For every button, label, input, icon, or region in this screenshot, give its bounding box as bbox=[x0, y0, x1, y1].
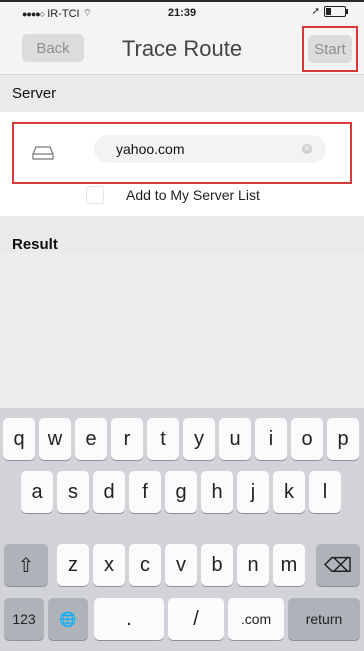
add-to-list-row[interactable]: Add to My Server List bbox=[86, 186, 260, 204]
keyboard: ⇧ ⌫ 123 🌐 . / .com return qwertyuiop asdf… bbox=[0, 408, 364, 651]
key-j[interactable]: j bbox=[237, 471, 269, 513]
key-d[interactable]: d bbox=[93, 471, 125, 513]
server-header-label: Server bbox=[12, 85, 57, 102]
key-c[interactable]: c bbox=[129, 544, 161, 586]
key-m[interactable]: m bbox=[273, 544, 305, 586]
key-h[interactable]: h bbox=[201, 471, 233, 513]
key-g[interactable]: g bbox=[165, 471, 197, 513]
key-p[interactable]: p bbox=[327, 418, 359, 460]
key-z[interactable]: z bbox=[57, 544, 89, 586]
dot-key[interactable]: . bbox=[94, 598, 164, 640]
status-right: ➚ bbox=[311, 6, 348, 17]
slash-key[interactable]: / bbox=[168, 598, 224, 640]
server-area: yahoo.com ✕ Add to My Server List bbox=[0, 112, 364, 216]
location-icon: ➚ bbox=[311, 6, 320, 17]
result-output bbox=[0, 254, 364, 408]
numbers-key[interactable]: 123 bbox=[4, 598, 44, 640]
shift-key[interactable]: ⇧ bbox=[4, 544, 48, 586]
key-s[interactable]: s bbox=[57, 471, 89, 513]
start-button[interactable]: Start bbox=[308, 35, 352, 63]
key-o[interactable]: o bbox=[291, 418, 323, 460]
start-highlight: Start bbox=[302, 26, 358, 72]
key-n[interactable]: n bbox=[237, 544, 269, 586]
server-drive-icon bbox=[32, 146, 54, 160]
key-x[interactable]: x bbox=[93, 544, 125, 586]
key-k[interactable]: k bbox=[273, 471, 305, 513]
key-l[interactable]: l bbox=[309, 471, 341, 513]
globe-key[interactable]: 🌐 bbox=[48, 598, 88, 640]
result-header-label: Result bbox=[12, 236, 58, 253]
key-b[interactable]: b bbox=[201, 544, 233, 586]
add-to-list-checkbox[interactable] bbox=[86, 186, 104, 204]
navigation-bar: Back Trace Route Start bbox=[0, 24, 364, 75]
delete-key[interactable]: ⌫ bbox=[316, 544, 360, 586]
key-i[interactable]: i bbox=[255, 418, 287, 460]
return-key[interactable]: return bbox=[288, 598, 360, 640]
battery-fill bbox=[326, 8, 331, 15]
key-w[interactable]: w bbox=[39, 418, 71, 460]
server-input[interactable]: yahoo.com ✕ bbox=[94, 135, 326, 163]
status-time: 21:39 bbox=[167, 7, 197, 19]
server-section-header: Server bbox=[0, 75, 364, 112]
add-to-list-label: Add to My Server List bbox=[126, 187, 260, 203]
key-q[interactable]: q bbox=[3, 418, 35, 460]
key-e[interactable]: e bbox=[75, 418, 107, 460]
key-y[interactable]: y bbox=[183, 418, 215, 460]
dotcom-key[interactable]: .com bbox=[228, 598, 284, 640]
status-bar: ●●●●○ IR-TCI ⌔ 21:39 ➚ bbox=[0, 2, 364, 24]
key-v[interactable]: v bbox=[165, 544, 197, 586]
key-r[interactable]: r bbox=[111, 418, 143, 460]
server-highlight: yahoo.com ✕ bbox=[12, 122, 352, 184]
server-input-value: yahoo.com bbox=[116, 141, 185, 157]
key-a[interactable]: a bbox=[21, 471, 53, 513]
battery-icon bbox=[324, 6, 348, 17]
key-u[interactable]: u bbox=[219, 418, 251, 460]
key-t[interactable]: t bbox=[147, 418, 179, 460]
clear-icon[interactable]: ✕ bbox=[302, 144, 312, 154]
result-section-header: Result bbox=[0, 216, 364, 254]
key-f[interactable]: f bbox=[129, 471, 161, 513]
